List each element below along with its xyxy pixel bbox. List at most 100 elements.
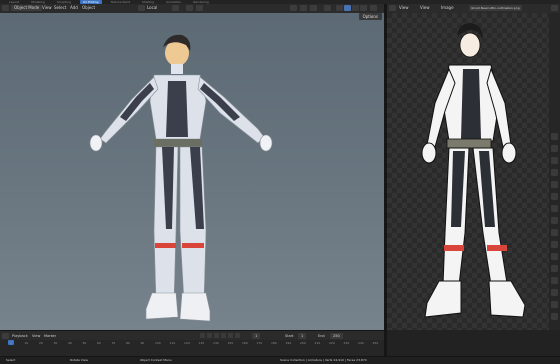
tool-icon-6[interactable] <box>551 193 558 200</box>
tool-icon-1[interactable] <box>551 133 558 140</box>
reference-image <box>421 23 526 318</box>
transform-orientation-icon[interactable] <box>138 5 145 11</box>
shading-rendered-icon[interactable] <box>360 5 367 11</box>
timeline-tick: 140 <box>213 341 219 345</box>
start-frame-field[interactable]: 1 <box>298 333 307 339</box>
orientation-dropdown[interactable]: Local <box>147 5 157 11</box>
image-menu-image[interactable]: Image <box>441 5 454 11</box>
editor-type-icon[interactable] <box>2 5 9 11</box>
tool-icon-15[interactable] <box>551 301 558 308</box>
visibility-icon[interactable] <box>290 5 297 11</box>
shading-material-icon[interactable] <box>352 5 359 11</box>
timeline-tick: 170 <box>256 341 263 345</box>
timeline-tick: 160 <box>242 341 248 345</box>
snap-icon[interactable] <box>186 5 193 11</box>
image-editor-viewport[interactable] <box>387 13 549 330</box>
character-3d-model[interactable] <box>50 31 300 330</box>
end-frame-field[interactable]: 250 <box>330 333 343 339</box>
tool-icon-5[interactable] <box>551 181 558 188</box>
torso-stripe <box>166 81 188 137</box>
timeline-tick: 120 <box>184 341 190 345</box>
character-belt <box>154 139 202 147</box>
timeline-tick: 200 <box>300 341 306 345</box>
right-knee-band <box>182 243 204 248</box>
character-neck <box>171 64 183 74</box>
menu-view[interactable]: View <box>42 5 52 11</box>
left-boot <box>145 292 179 320</box>
tool-icon-10[interactable] <box>551 241 558 248</box>
right-glove <box>259 134 273 152</box>
timeline-menu-marker[interactable]: Marker <box>44 333 56 339</box>
timeline-editor-type-icon[interactable] <box>2 333 9 339</box>
start-label: Start <box>285 334 294 338</box>
left-glove <box>89 134 103 152</box>
end-label: End <box>318 334 325 338</box>
tool-icon-11[interactable] <box>551 253 558 260</box>
timeline-tick: 150 <box>227 341 234 345</box>
play-icon[interactable] <box>221 333 226 338</box>
tool-icon-16[interactable] <box>551 313 558 320</box>
image-editor-toolbar <box>549 13 560 330</box>
jump-end-icon[interactable] <box>235 333 240 338</box>
jump-start-icon[interactable] <box>200 333 205 338</box>
image-menu-view-2[interactable]: View <box>420 5 430 11</box>
image-name-field[interactable]: Ghost-Newcuttin-outlinebox.png <box>469 5 522 11</box>
options-dropdown[interactable]: Options <box>358 13 382 20</box>
timeline-area[interactable]: 0 10 20 30 40 50 60 70 80 90 100 110 120 130 140 150 160… <box>0 340 384 356</box>
mode-dropdown[interactable]: Object Mode <box>11 5 43 11</box>
ref-torso-stripe <box>461 69 481 139</box>
tool-icon-8[interactable] <box>551 217 558 224</box>
navigation-gizmo-axis[interactable] <box>367 23 368 37</box>
left-knee-band <box>155 243 176 248</box>
image-menu-view-1[interactable]: View <box>399 5 409 11</box>
overlay-icon[interactable] <box>310 5 317 11</box>
timeline-tick: 10 <box>24 341 29 345</box>
timeline-tick: 0 <box>10 341 12 345</box>
tool-icon-14[interactable] <box>551 289 558 296</box>
ref-left-boot <box>424 280 462 318</box>
timeline-tick: 180 <box>271 341 277 345</box>
ref-right-boot <box>488 280 526 318</box>
timeline-menu-view[interactable]: View <box>32 333 40 339</box>
pin-icon[interactable] <box>551 5 558 11</box>
right-boot <box>179 292 211 322</box>
tool-icon-13[interactable] <box>551 277 558 284</box>
status-info: Scene Collection | Armature | Verts 24,9… <box>280 358 367 362</box>
tool-icon-12[interactable] <box>551 265 558 272</box>
ref-right-glove <box>501 142 517 164</box>
image-editor-type-icon[interactable] <box>389 5 396 11</box>
3d-viewport[interactable]: Options <box>0 13 384 330</box>
pivot-icon[interactable] <box>172 5 179 11</box>
left-arm-stripe <box>120 83 154 121</box>
menu-add[interactable]: Add <box>70 5 78 11</box>
menu-object[interactable]: Object <box>82 5 95 11</box>
tool-icon-9[interactable] <box>551 229 558 236</box>
shading-options-icon[interactable] <box>370 5 377 11</box>
current-frame-field[interactable]: 1 <box>252 333 261 339</box>
ref-head <box>459 32 481 58</box>
timeline-tick: 70 <box>111 341 116 345</box>
tool-icon-7[interactable] <box>551 205 558 212</box>
gizmo-icon[interactable] <box>300 5 307 11</box>
prev-keyframe-icon[interactable] <box>207 333 212 338</box>
timeline-tick: 100 <box>155 341 161 345</box>
menu-select[interactable]: Select <box>54 5 66 11</box>
timeline-tick: 30 <box>53 341 58 345</box>
status-hint-rotate: Rotate View <box>70 358 88 362</box>
timeline-menu-playback[interactable]: Playback <box>12 333 28 339</box>
tool-icon-4[interactable] <box>551 169 558 176</box>
shading-wireframe-icon[interactable] <box>336 5 343 11</box>
tool-icon-2[interactable] <box>551 145 558 152</box>
timeline-tick: 90 <box>140 341 145 345</box>
status-hint-select: Select <box>6 358 16 362</box>
shading-solid-icon[interactable] <box>344 5 351 11</box>
proportional-edit-icon[interactable] <box>196 5 203 11</box>
next-keyframe-icon[interactable] <box>228 333 233 338</box>
image-editor-header: View View Image Ghost-Newcuttin-outlineb… <box>387 4 560 13</box>
ref-left-glove <box>421 142 437 164</box>
image-editor-footer <box>387 330 560 356</box>
timeline-tick: 40 <box>68 341 72 345</box>
xray-icon[interactable] <box>324 5 331 11</box>
tool-icon-3[interactable] <box>551 157 558 164</box>
play-reverse-icon[interactable] <box>214 333 219 338</box>
